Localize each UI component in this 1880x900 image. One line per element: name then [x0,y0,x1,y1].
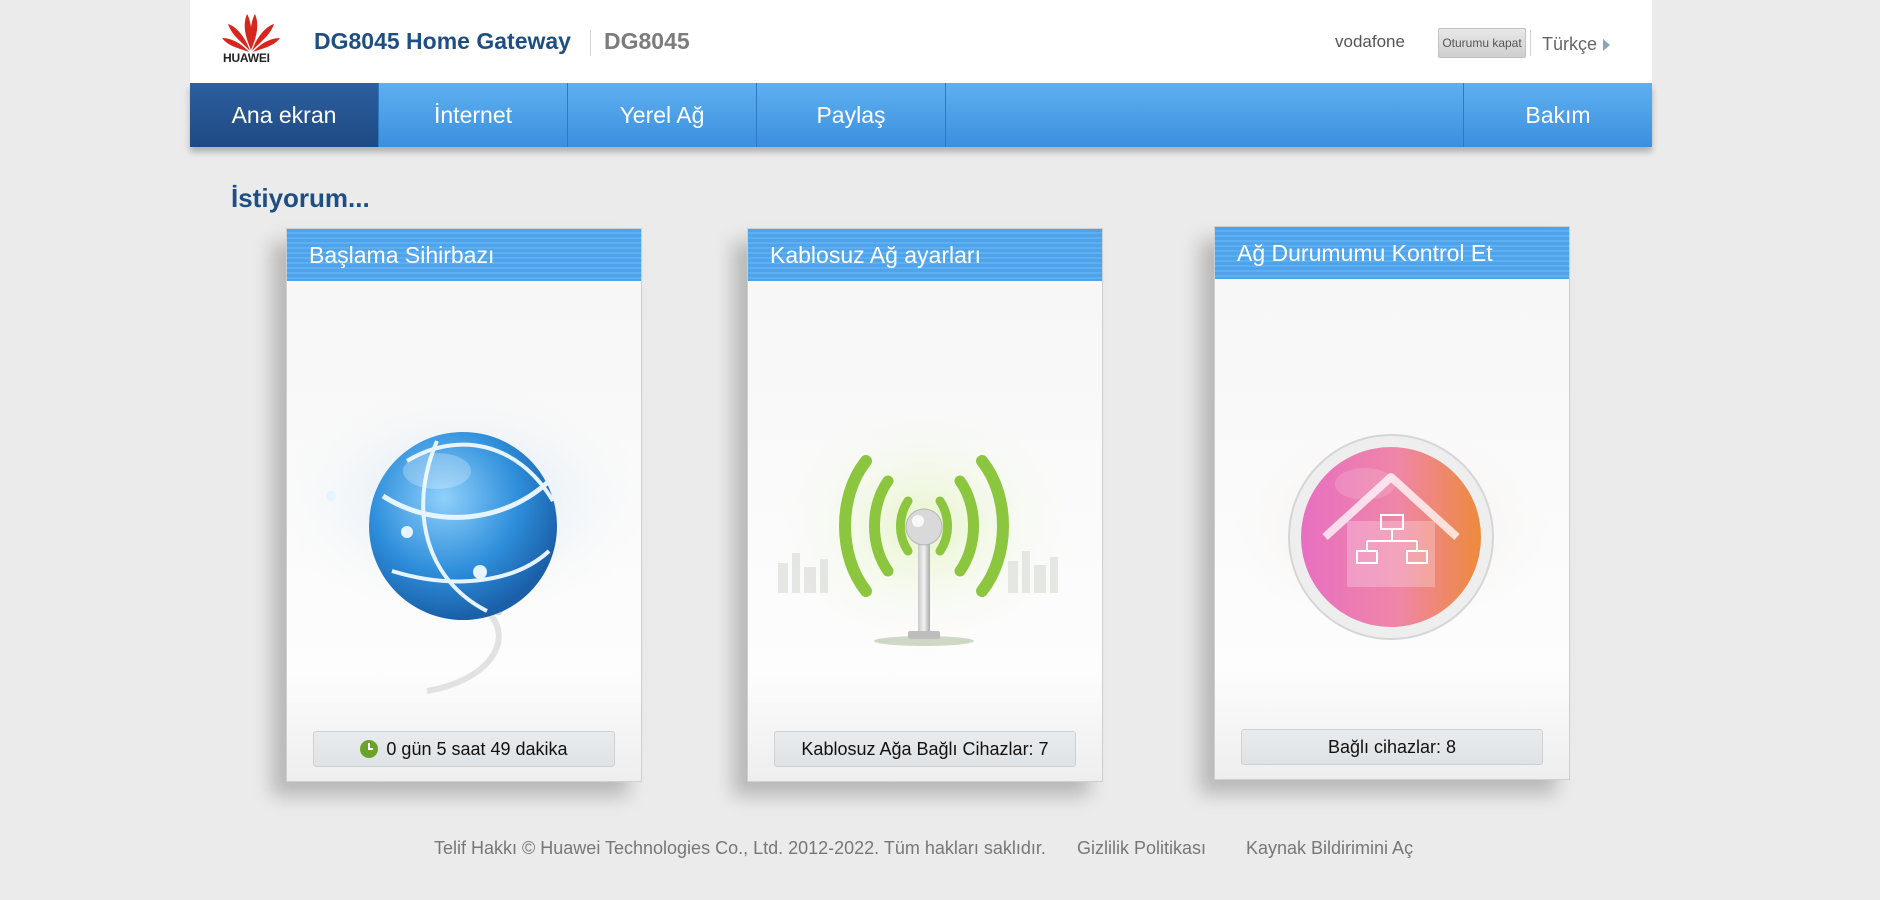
page-title: DG8045 Home Gateway [314,28,571,54]
tab-label: İnternet [434,101,512,128]
card-title[interactable]: Başlama Sihirbazı [287,229,641,281]
card-art [287,281,641,711]
header: HUAWEI DG8045 Home Gateway DG8045 vodafo… [190,0,1652,83]
card-wireless-settings[interactable]: Kablosuz Ağ ayarları Kablosuz Ağa Bağlı … [747,228,1103,782]
tab-label: Bakım [1525,101,1591,128]
uptime-text: 0 gün 5 saat 49 dakika [386,738,568,759]
wireless-devices-text: Kablosuz Ağa Bağlı Cihazlar: 7 [801,738,1049,759]
section-title: İstiyorum... [231,183,370,213]
tab-label: Yerel Ağ [619,101,705,128]
logout-button[interactable]: Oturumu kapat [1438,28,1526,58]
home-network-icon [1221,419,1561,640]
tab-yerel-ag[interactable]: Yerel Ağ [568,83,757,147]
card-art [748,281,1102,711]
connected-devices-text: Bağlı cihazlar: 8 [1327,736,1457,757]
clock-icon [360,740,379,758]
opensource-link[interactable]: Kaynak Bildirimini Aç [1246,838,1413,859]
privacy-link[interactable]: Gizlilik Politikası [1077,838,1206,859]
language-label: Türkçe [1542,34,1598,54]
uptime-status: 0 gün 5 saat 49 dakika [313,731,615,767]
main-nav: Ana ekran İnternet Yerel Ağ Paylaş Bakım [190,83,1652,147]
card-art [1215,279,1569,709]
chevron-right-icon [1603,38,1611,51]
tab-bakim[interactable]: Bakım [1463,83,1652,147]
logo-text: HUAWEI [223,51,270,65]
page: HUAWEI DG8045 Home Gateway DG8045 vodafo… [0,0,1880,900]
tab-paylas[interactable]: Paylaş [757,83,946,147]
model-name: DG8045 [604,28,690,54]
wifi-antenna-icon [764,396,1084,656]
language-selector[interactable]: Türkçe [1542,34,1611,55]
tab-internet[interactable]: İnternet [379,83,568,147]
tab-label: Paylaş [816,101,886,128]
globe-icon [287,381,641,694]
wireless-devices-status: Kablosuz Ağa Bağlı Cihazlar: 7 [774,731,1076,767]
card-network-status[interactable]: Ağ Durumumu Kontrol Et Bağlı cihazlar: 8 [1214,226,1570,780]
user-name: vodafone [1335,32,1405,51]
tab-ana-ekran[interactable]: Ana ekran [190,83,379,147]
lang-divider [1530,30,1531,56]
tab-label: Ana ekran [231,101,337,128]
card-setup-wizard[interactable]: Başlama Sihirbazı 0 gün 5 saat 49 dakika [286,228,642,782]
connected-devices-status: Bağlı cihazlar: 8 [1241,729,1543,765]
card-title[interactable]: Kablosuz Ağ ayarları [748,229,1102,281]
copyright-text: Telif Hakkı © Huawei Technologies Co., L… [434,838,1046,858]
card-title[interactable]: Ağ Durumumu Kontrol Et [1215,227,1569,279]
header-divider [590,30,591,56]
